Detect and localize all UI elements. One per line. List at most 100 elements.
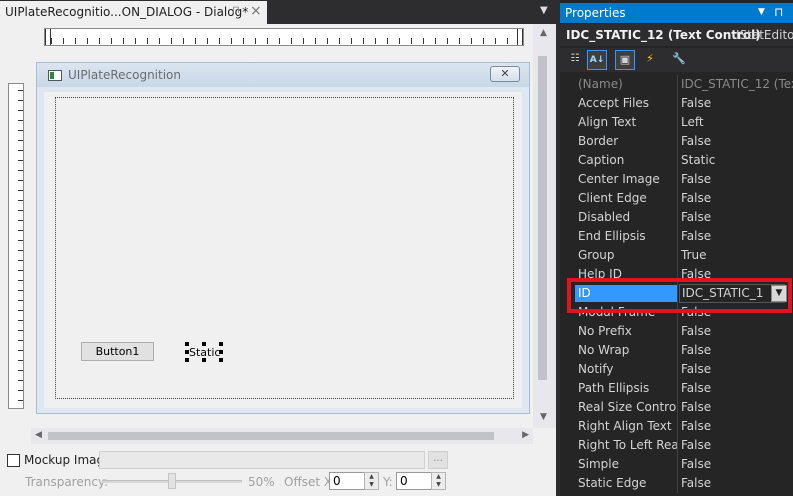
property-value[interactable]: False — [681, 210, 793, 224]
close-icon[interactable]: × — [250, 3, 262, 19]
property-row[interactable]: Disabled False — [560, 208, 793, 227]
column-separator — [677, 455, 678, 474]
property-row[interactable]: Caption Static — [560, 151, 793, 170]
property-value[interactable]: False — [681, 362, 793, 376]
column-separator — [677, 246, 678, 265]
wrench-icon[interactable]: 🔧 — [669, 50, 689, 70]
offset-y-spinner[interactable]: ▲ ▼ — [431, 472, 446, 490]
property-value[interactable]: False — [681, 381, 793, 395]
column-separator — [677, 208, 678, 227]
dialog-preview[interactable]: UIPlateRecognition ✕ Button1 Static — [36, 62, 530, 414]
property-value[interactable]: False — [681, 400, 793, 414]
static-text-control[interactable]: Static — [185, 342, 223, 362]
scroll-up-icon[interactable]: ▲ — [540, 28, 547, 38]
property-row[interactable]: No Prefix False — [560, 322, 793, 341]
horizontal-scrollbar[interactable]: ◀ ▶ — [31, 428, 533, 444]
property-value[interactable]: True — [681, 248, 793, 262]
property-name: Path Ellipsis — [578, 381, 650, 395]
offset-x-spinner[interactable]: ▲ ▼ — [364, 472, 379, 490]
properties-icon[interactable]: ▣ — [615, 50, 635, 70]
horizontal-ruler[interactable] — [44, 28, 524, 46]
button1-control[interactable]: Button1 — [81, 342, 154, 361]
property-value[interactable]: False — [681, 438, 793, 452]
property-value[interactable]: False — [681, 172, 793, 186]
property-row[interactable]: (Name) IDC_STATIC_12 (Text — [560, 75, 793, 94]
ruler-ticks — [51, 38, 517, 44]
property-name: Caption — [578, 153, 625, 167]
dialog-client-area[interactable]: Button1 Static — [44, 92, 522, 408]
pin-icon[interactable]: ⊓ — [232, 5, 240, 16]
property-value[interactable]: False — [681, 476, 793, 490]
property-row[interactable]: Right To Left ReadingFalse — [560, 436, 793, 455]
chevron-down-icon[interactable]: ▼ — [540, 5, 548, 16]
offset-y-input[interactable]: 0 — [396, 472, 432, 490]
resize-handle-sw[interactable] — [185, 358, 189, 362]
resize-handle-e[interactable] — [219, 350, 223, 354]
alphabetical-icon[interactable]: A↓ — [587, 50, 607, 70]
column-separator — [677, 341, 678, 360]
properties-toolbar: ☷ A↓ ▣ ⚡ 🔧 — [560, 48, 793, 72]
column-separator — [677, 132, 678, 151]
property-name: Right To Left Reading — [578, 438, 678, 452]
property-value[interactable]: Left — [681, 115, 793, 129]
resize-handle-s[interactable] — [202, 358, 206, 362]
resize-handle-ne[interactable] — [219, 342, 223, 346]
categorized-icon[interactable]: ☷ — [565, 50, 585, 70]
property-name: End Ellipsis — [578, 229, 646, 243]
property-row[interactable]: Center Image False — [560, 170, 793, 189]
resize-handle-nw[interactable] — [185, 342, 189, 346]
pin-icon[interactable]: ⊓ — [774, 5, 783, 19]
column-separator — [677, 151, 678, 170]
selected-object-name: IDC_STATIC_12 (Text Control) — [566, 28, 761, 42]
property-value[interactable]: False — [681, 419, 793, 433]
property-row[interactable]: Accept Files False — [560, 94, 793, 113]
property-value[interactable]: False — [681, 229, 793, 243]
property-value[interactable]: False — [681, 343, 793, 357]
property-row[interactable]: No Wrap False — [560, 341, 793, 360]
dialog-close-button[interactable]: ✕ — [490, 66, 520, 82]
scroll-right-icon[interactable]: ▶ — [522, 430, 529, 440]
property-row[interactable]: Path Ellipsis False — [560, 379, 793, 398]
property-row[interactable]: Right Align Text False — [560, 417, 793, 436]
resize-handle-n[interactable] — [202, 342, 206, 346]
vertical-scrollbar[interactable]: ▲ ▼ — [533, 24, 556, 428]
vertical-ruler[interactable] — [8, 83, 24, 409]
transparency-slider-thumb[interactable] — [168, 473, 176, 489]
offset-x-input[interactable]: 0 — [329, 472, 365, 490]
lightning-icon[interactable]: ⚡ — [640, 50, 660, 70]
scroll-left-icon[interactable]: ◀ — [35, 430, 42, 440]
property-value[interactable]: False — [681, 191, 793, 205]
horizontal-scroll-thumb[interactable] — [48, 432, 494, 440]
property-value[interactable]: Static — [681, 153, 793, 167]
property-value[interactable]: IDC_STATIC_12 (Text — [681, 77, 793, 91]
property-row[interactable]: End Ellipsis False — [560, 227, 793, 246]
property-row[interactable]: Notify False — [560, 360, 793, 379]
property-name: Static Edge — [578, 476, 647, 490]
resize-handle-w[interactable] — [185, 350, 189, 354]
object-selector[interactable]: IDC_STATIC_12 (Text Control) IStatEditor — [560, 24, 793, 46]
property-row[interactable]: Real Size Control False — [560, 398, 793, 417]
property-value[interactable]: False — [681, 457, 793, 471]
vertical-scroll-thumb[interactable] — [538, 56, 547, 380]
mockup-image-path-input[interactable] — [99, 451, 425, 469]
properties-title: Properties — [565, 6, 626, 20]
property-name: No Wrap — [578, 343, 630, 357]
property-row[interactable]: Align Text Left — [560, 113, 793, 132]
property-value[interactable]: False — [681, 134, 793, 148]
property-value[interactable]: False — [681, 96, 793, 110]
design-canvas[interactable]: UIPlateRecognition ✕ Button1 Static — [0, 24, 533, 428]
column-separator — [677, 113, 678, 132]
resize-handle-se[interactable] — [219, 358, 223, 362]
property-row[interactable]: Client Edge False — [560, 189, 793, 208]
property-value[interactable]: False — [681, 324, 793, 338]
property-row[interactable]: Group True — [560, 246, 793, 265]
property-row[interactable]: Simple False — [560, 455, 793, 474]
property-row[interactable]: Border False — [560, 132, 793, 151]
property-row[interactable]: Static Edge False — [560, 474, 793, 493]
document-tab[interactable]: UIPlateRecognitio...ON_DIALOG - Dialog* … — [0, 1, 267, 24]
chevron-down-icon[interactable]: ▼ — [758, 7, 765, 17]
scroll-down-icon[interactable]: ▼ — [540, 412, 547, 422]
mockup-image-checkbox[interactable] — [7, 454, 20, 467]
mockup-browse-button[interactable]: ... — [428, 451, 448, 469]
offset-y-label: Y: — [383, 475, 393, 489]
